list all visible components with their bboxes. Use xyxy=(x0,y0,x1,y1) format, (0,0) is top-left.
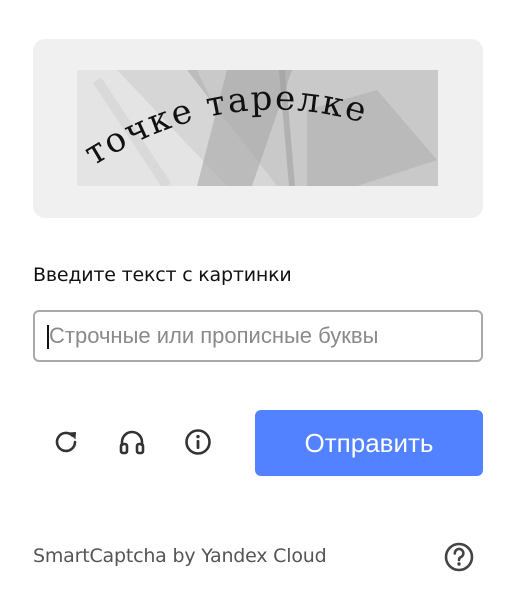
captcha-image: точке тарелке xyxy=(77,70,438,186)
captcha-input[interactable] xyxy=(49,312,469,360)
help-button[interactable] xyxy=(442,540,476,574)
headphones-icon xyxy=(119,430,145,455)
submit-button[interactable]: Отправить xyxy=(255,410,483,476)
refresh-icon xyxy=(55,431,77,453)
info-icon xyxy=(185,429,211,455)
brand-footer: SmartCaptcha by Yandex Cloud xyxy=(33,545,327,567)
info-button[interactable] xyxy=(181,425,215,459)
question-circle-icon xyxy=(444,542,474,572)
captcha-input-field[interactable] xyxy=(33,310,483,362)
captcha-panel: точке тарелке xyxy=(33,39,483,218)
instruction-label: Введите текст с картинки xyxy=(33,264,292,286)
refresh-button[interactable] xyxy=(49,425,83,459)
audio-captcha-button[interactable] xyxy=(115,425,149,459)
